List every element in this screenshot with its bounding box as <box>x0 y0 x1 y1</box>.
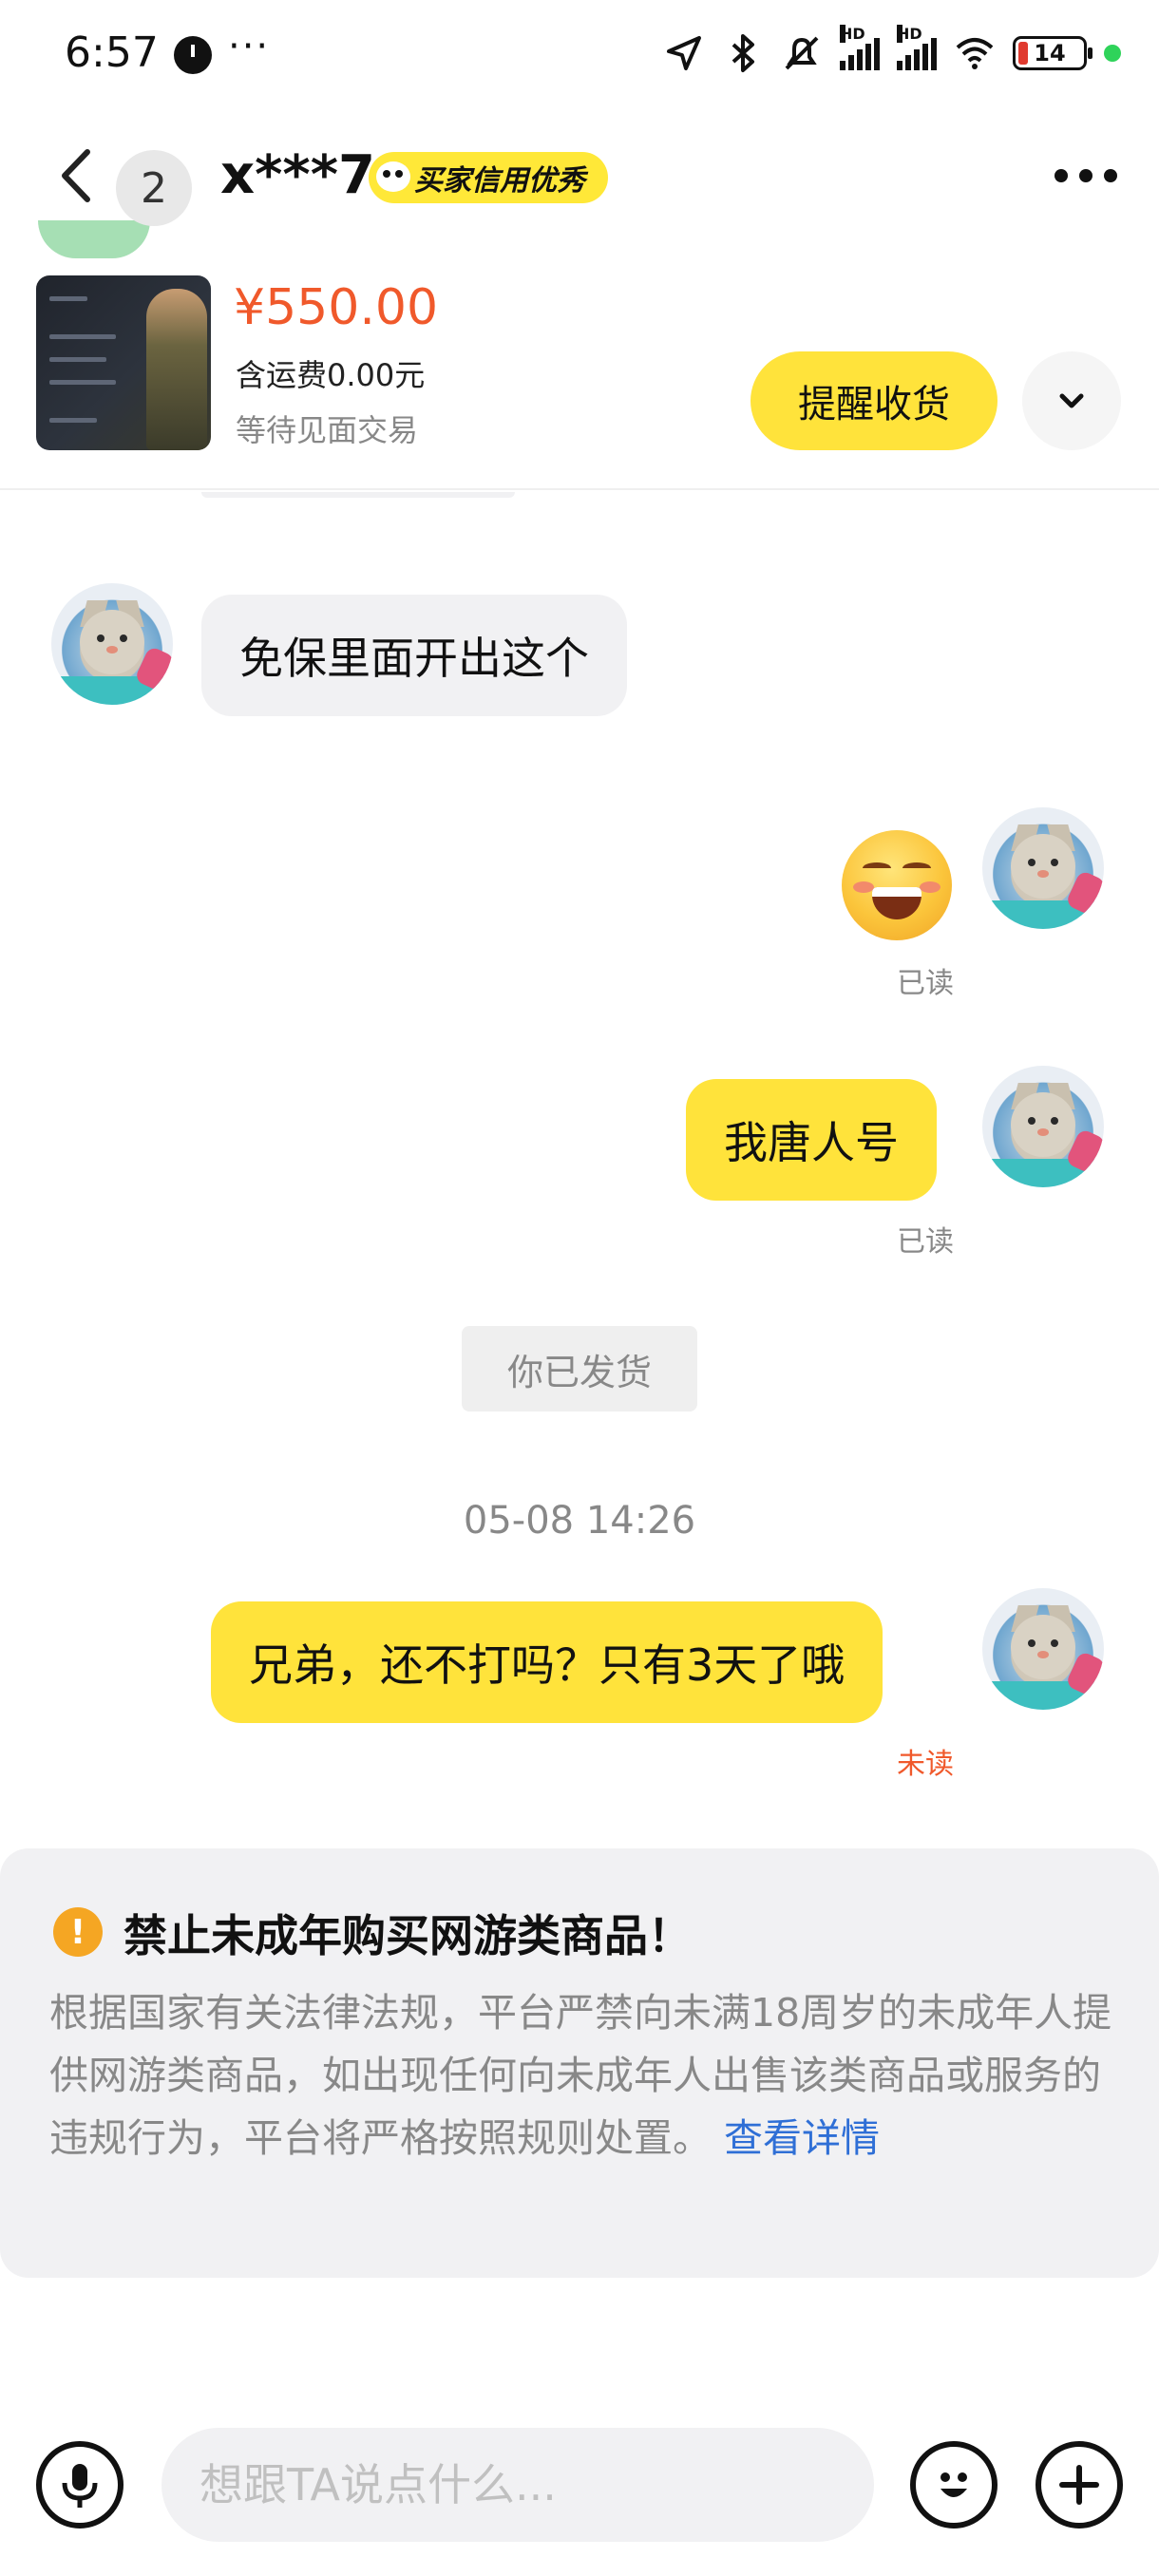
notice-text: 根据国家有关法律法规，平台严禁向未满18周岁的未成年人提供网游类商品，如出现任何… <box>49 1990 1112 2161</box>
message-bubble-sent[interactable]: 兄弟，还不打吗？只有3天了哦 <box>211 1601 884 1723</box>
emoji-picker-button[interactable] <box>910 2441 998 2529</box>
buyer-credit-badge[interactable]: 买家信用优秀 <box>369 152 608 203</box>
partner-avatar[interactable] <box>51 583 173 705</box>
chevron-down-icon <box>1059 393 1084 408</box>
microphone-icon <box>62 2464 98 2508</box>
chat-partner-name[interactable]: x***7 <box>220 144 375 206</box>
clock-app-icon <box>174 36 212 74</box>
back-arrow-icon[interactable] <box>49 142 106 209</box>
status-time: 6:57 <box>65 28 159 77</box>
shipping-fee: 含运费0.00元 <box>236 357 426 393</box>
my-avatar[interactable] <box>982 1066 1104 1187</box>
keyboard-shortcut-icon <box>38 220 150 258</box>
chat-header: 2 x***7 买家信用优秀 <box>0 114 1159 258</box>
message-input-bar <box>0 2413 1159 2576</box>
smiley-mascot-icon <box>376 161 410 192</box>
read-status: 已读 <box>897 1225 954 1259</box>
status-bar: 6:57 ··· HD HD 14 <box>0 0 1159 114</box>
unread-status: 未读 <box>897 1748 954 1781</box>
product-price: ¥550.00 <box>234 279 439 336</box>
grinning-face-icon[interactable] <box>842 830 952 940</box>
my-avatar[interactable] <box>982 807 1104 929</box>
warning-icon: ! <box>53 1907 103 1957</box>
message-bubble-received[interactable]: 免保里面开出这个 <box>201 595 627 716</box>
bluetooth-icon <box>732 34 754 72</box>
battery-level: 14 <box>1034 40 1066 66</box>
plus-icon <box>1059 2465 1099 2505</box>
product-thumbnail[interactable] <box>36 275 211 450</box>
more-actions-button[interactable] <box>1036 2441 1123 2529</box>
view-details-link[interactable]: 查看详情 <box>724 2115 880 2161</box>
minor-purchase-notice: ! 禁止未成年购买网游类商品！ 根据国家有关法律法规，平台严禁向未满18周岁的未… <box>0 1848 1159 2278</box>
order-product-card[interactable]: ¥550.00 含运费0.00元 等待见面交易 提醒收货 <box>0 266 1159 490</box>
system-message: 你已发货 <box>462 1326 697 1411</box>
bell-muted-icon <box>785 36 819 70</box>
signal-1-icon: HD <box>840 25 880 70</box>
status-more-icon: ··· <box>228 25 271 68</box>
my-avatar[interactable] <box>982 1588 1104 1710</box>
wifi-icon <box>956 38 994 69</box>
smiley-icon <box>940 2472 967 2497</box>
message-timestamp: 05-08 14:26 <box>463 1499 696 1543</box>
message-list[interactable]: 免保里面开出这个 已读 我唐人号 已读 你已发货 05-08 14:26 兄弟，… <box>0 492 1159 1841</box>
message-input[interactable] <box>162 2428 874 2542</box>
more-options-icon[interactable] <box>1054 169 1117 182</box>
signal-2-icon: HD <box>897 25 937 70</box>
read-status: 已读 <box>897 967 954 1000</box>
remind-receipt-button[interactable]: 提醒收货 <box>750 351 998 450</box>
notice-title: 禁止未成年购买网游类商品！ <box>124 1910 692 1961</box>
credit-badge-label: 买家信用优秀 <box>414 164 585 198</box>
expand-card-button[interactable] <box>1022 351 1121 450</box>
battery-icon: 14 <box>1013 36 1092 70</box>
unread-count-badge[interactable]: 2 <box>116 150 192 226</box>
message-bubble-sent[interactable]: 我唐人号 <box>686 1079 937 1201</box>
privacy-indicator-icon <box>1104 45 1121 62</box>
notice-body: 根据国家有关法律法规，平台严禁向未满18周岁的未成年人提供网游类商品，如出现任何… <box>49 1981 1113 2169</box>
message-bubble-partial <box>201 492 515 498</box>
voice-input-button[interactable] <box>36 2441 124 2529</box>
location-icon <box>667 36 701 70</box>
trade-status: 等待见面交易 <box>236 412 419 448</box>
